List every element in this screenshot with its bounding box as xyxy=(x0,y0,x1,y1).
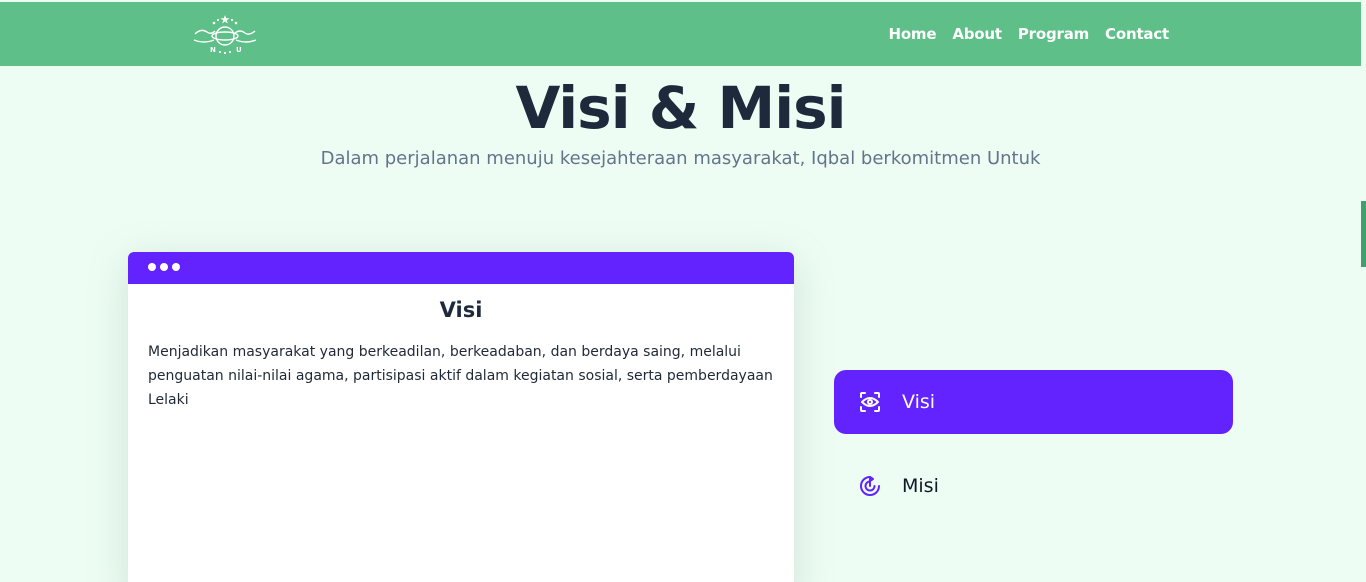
target-icon xyxy=(858,474,882,498)
nav-about[interactable]: About xyxy=(952,25,1002,43)
window-dot xyxy=(172,263,180,271)
nav-program[interactable]: Program xyxy=(1018,25,1089,43)
page-title: Visi & Misi xyxy=(515,74,846,142)
scroll-indicator[interactable] xyxy=(1361,201,1366,267)
nu-logo[interactable]: N U xyxy=(190,12,260,56)
card-title: Visi xyxy=(439,298,483,322)
page: N U Home About Program Contact Visi & Mi… xyxy=(0,0,1366,582)
tab-visi-label: Visi xyxy=(902,391,936,413)
tab-misi-label: Misi xyxy=(902,475,939,497)
page-subtitle: Dalam perjalanan menuju kesejahteraan ma… xyxy=(320,148,1041,169)
navbar: N U Home About Program Contact xyxy=(0,2,1361,66)
window-dot xyxy=(148,263,156,271)
visi-card: Visi Menjadikan masyarakat yang berkeadi… xyxy=(128,252,794,582)
window-dot xyxy=(160,263,168,271)
window-dots xyxy=(148,263,184,271)
card-text: Menjadikan masyarakat yang berkeadilan, … xyxy=(148,344,773,408)
eye-icon xyxy=(858,390,882,414)
nu-logo-icon: N U xyxy=(193,15,257,55)
nav-home[interactable]: Home xyxy=(888,25,936,43)
card-titlebar xyxy=(128,252,794,284)
main-nav: Home About Program Contact xyxy=(872,2,1169,66)
svg-text:N: N xyxy=(210,46,216,54)
nav-contact[interactable]: Contact xyxy=(1105,25,1169,43)
svg-text:U: U xyxy=(236,46,242,54)
tab-misi[interactable]: Misi xyxy=(834,454,1233,518)
tab-visi[interactable]: Visi xyxy=(834,370,1233,434)
